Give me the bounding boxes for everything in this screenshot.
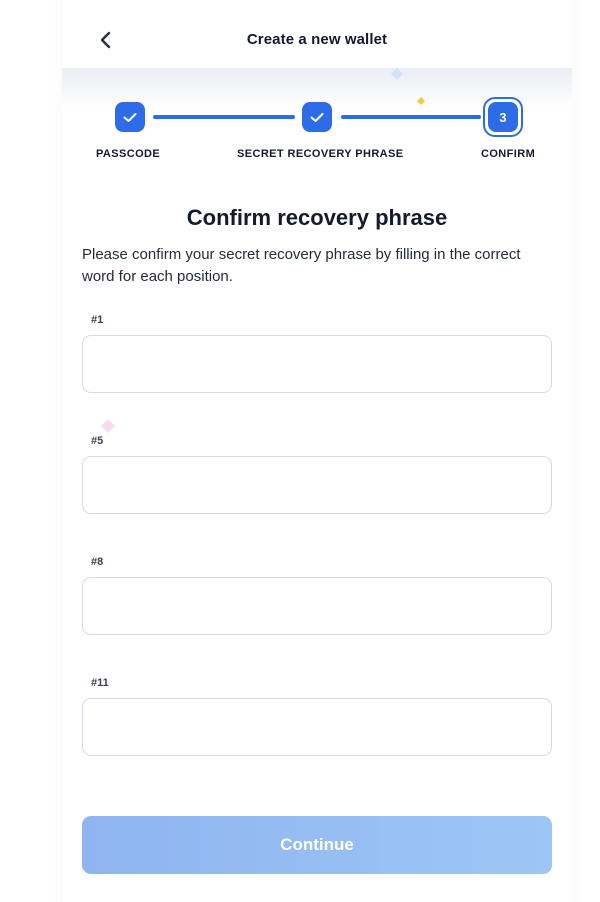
page-title: Create a new wallet bbox=[246, 31, 388, 48]
word-input-1[interactable] bbox=[82, 335, 552, 393]
step-recovery-phrase-complete bbox=[302, 102, 332, 132]
word-input-8[interactable] bbox=[82, 577, 552, 635]
check-icon bbox=[123, 112, 137, 122]
step-confirm-current: 3 bbox=[483, 97, 523, 137]
step-label-secret-recovery-phrase: SECRET RECOVERY PHRASE bbox=[237, 148, 404, 160]
stepper-connector bbox=[153, 115, 295, 119]
section-heading: Confirm recovery phrase bbox=[186, 205, 448, 230]
sparkle-decoration-icon bbox=[391, 68, 403, 80]
word-input-5[interactable] bbox=[82, 456, 552, 514]
sparkle-decoration-icon bbox=[101, 419, 115, 433]
word-position-label: #11 bbox=[91, 677, 109, 689]
sparkle-decoration-icon bbox=[417, 97, 425, 105]
word-position-label: #1 bbox=[91, 314, 104, 326]
sheet-edge-right bbox=[572, 0, 582, 902]
step-number: 3 bbox=[488, 102, 518, 132]
step-label-confirm: CONFIRM bbox=[481, 148, 536, 160]
word-position-label: #8 bbox=[91, 556, 104, 568]
step-label-passcode: PASSCODE bbox=[96, 148, 161, 160]
check-icon bbox=[310, 112, 324, 122]
stepper-connector bbox=[341, 115, 481, 119]
continue-button[interactable]: Continue bbox=[82, 816, 552, 874]
word-input-11[interactable] bbox=[82, 698, 552, 756]
word-position-label: #5 bbox=[91, 435, 104, 447]
instructions-text: Please confirm your secret recovery phra… bbox=[82, 246, 521, 285]
sheet-edge-left bbox=[52, 0, 62, 902]
step-passcode-complete bbox=[115, 102, 145, 132]
